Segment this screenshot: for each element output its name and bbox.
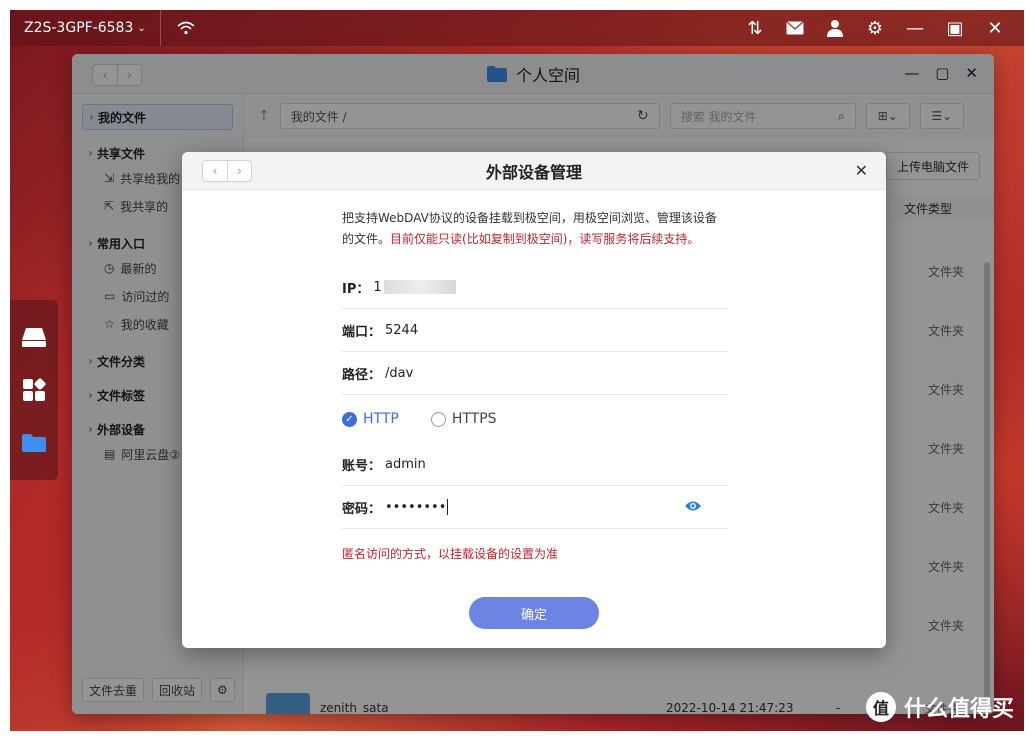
back-icon[interactable]: ‹ (203, 161, 227, 181)
account-field[interactable]: 账号： admin (342, 443, 728, 486)
ip-redaction (383, 280, 456, 294)
drive-icon[interactable] (19, 322, 49, 352)
dock (10, 300, 58, 480)
port-field[interactable]: 端口： 5244 (342, 309, 728, 352)
http-label: HTTP (363, 411, 399, 427)
confirm-button[interactable]: 确定 (469, 597, 599, 629)
anonymous-hint: 匿名访问的方式，以挂载设备的设置为准 (342, 547, 559, 561)
password-label: 密码： (342, 501, 382, 517)
ip-field[interactable]: IP： 1 (342, 266, 728, 309)
user-icon[interactable] (824, 17, 846, 39)
ip-value: 1 (373, 279, 382, 295)
ip-label: IP： (342, 281, 370, 297)
eye-icon[interactable] (684, 500, 702, 516)
chevron-down-icon: ⌄ (137, 22, 146, 34)
dialog-titlebar: ‹ › 外部设备管理 ✕ (182, 152, 886, 190)
forward-icon[interactable]: › (227, 161, 251, 181)
maximize-icon[interactable]: ▣ (944, 17, 966, 39)
https-label: HTTPS (451, 411, 497, 427)
close-icon[interactable]: ✕ (984, 17, 1006, 39)
radio-circle-icon (430, 411, 446, 427)
mail-icon[interactable] (784, 17, 806, 39)
close-icon[interactable]: ✕ (855, 161, 868, 180)
port-label: 端口： (342, 324, 382, 340)
watermark-text: 什么值得买 (903, 697, 1014, 722)
password-field[interactable]: 密码： •••••••• (342, 486, 728, 529)
path-label: 路径： (342, 367, 382, 383)
port-value: 5244 (385, 322, 419, 338)
apps-icon[interactable] (19, 375, 49, 405)
dialog-description: 把支持WebDAV协议的设备挂载到极空间，用极空间浏览、管理该设备的文件。目前仅… (342, 208, 728, 250)
path-field[interactable]: 路径： /dav (342, 352, 728, 395)
device-name: Z2S-3GPF-6583 (24, 20, 134, 36)
watermark: 值 什么值得买 (865, 691, 1014, 723)
device-selector[interactable]: Z2S-3GPF-6583 ⌄ (10, 10, 161, 46)
minimize-icon[interactable]: — (904, 17, 926, 39)
dialog-title: 外部设备管理 (485, 162, 582, 182)
external-device-dialog: ‹ › 外部设备管理 ✕ 把支持WebDAV协议的设备挂载到极空间，用极空间浏览… (182, 152, 886, 648)
text-caret (447, 499, 449, 515)
https-radio[interactable]: HTTPS (430, 411, 497, 427)
top-bar: Z2S-3GPF-6583 ⌄ ⇅ ⚙ — ▣ ✕ (10, 10, 1024, 46)
account-label: 账号： (342, 458, 382, 474)
transfer-icon[interactable]: ⇅ (744, 17, 766, 39)
folder-icon[interactable] (19, 428, 49, 458)
path-value: /dav (385, 365, 414, 381)
account-value: admin (385, 456, 426, 472)
wifi-icon[interactable] (175, 17, 197, 39)
password-value: •••••••• (385, 499, 447, 515)
protocol-group: ✓ HTTP HTTPS (342, 395, 728, 443)
desc-warning: 目前仅能只读(比如复制到极空间)，读写服务将后续支持。 (390, 232, 700, 246)
dialog-nav: ‹ › (202, 160, 252, 182)
http-radio[interactable]: ✓ HTTP (342, 411, 399, 427)
watermark-logo: 值 (865, 692, 896, 722)
dialog-body: 把支持WebDAV协议的设备挂载到极空间，用极空间浏览、管理该设备的文件。目前仅… (342, 208, 728, 562)
check-icon: ✓ (342, 411, 357, 427)
gear-icon[interactable]: ⚙ (864, 17, 886, 39)
